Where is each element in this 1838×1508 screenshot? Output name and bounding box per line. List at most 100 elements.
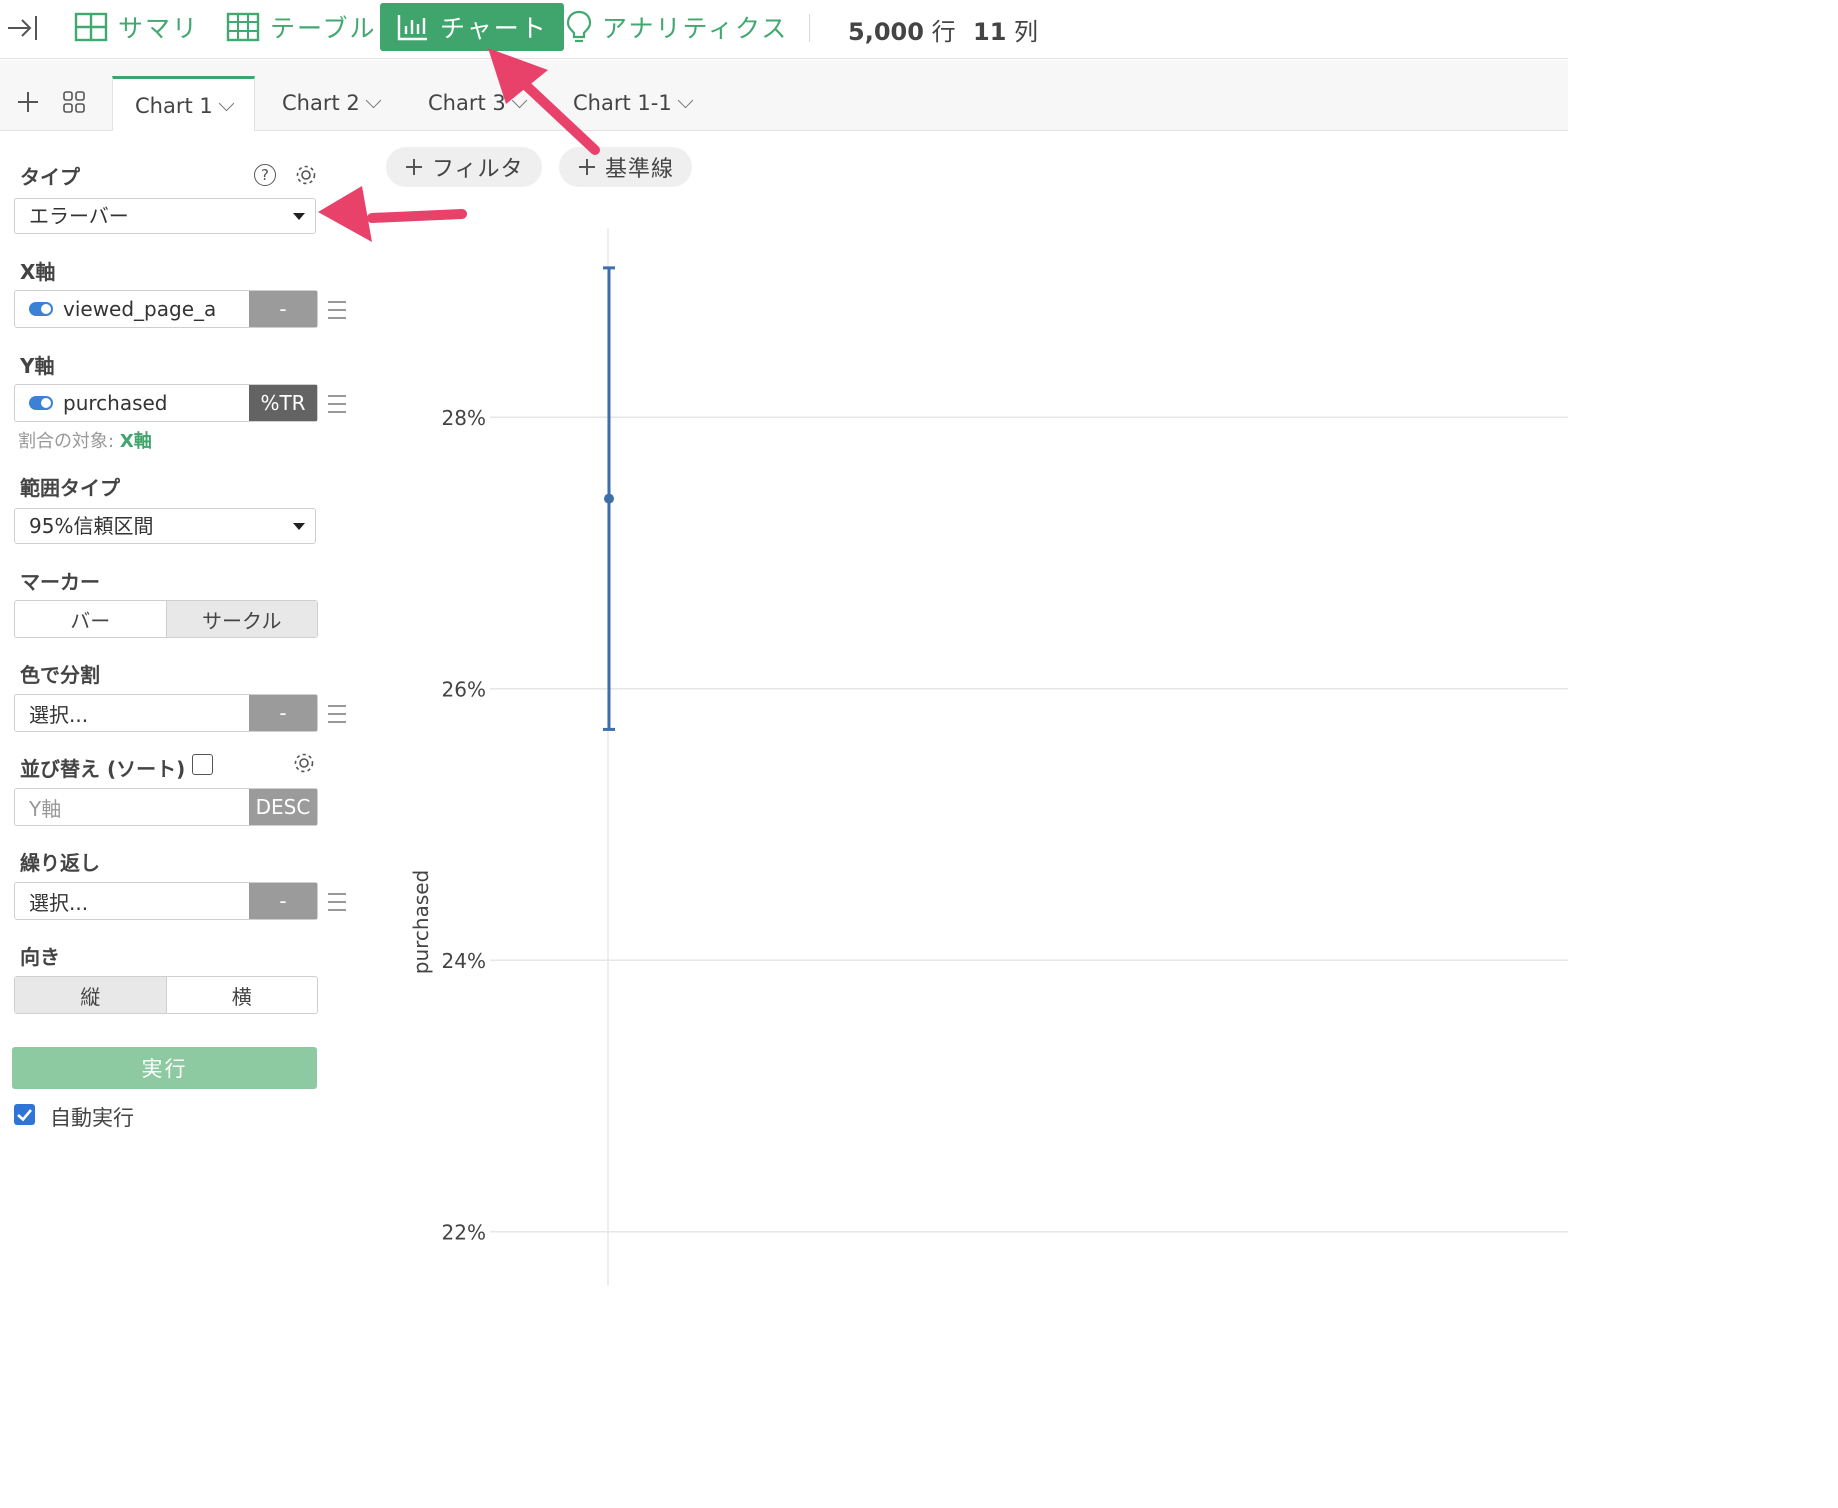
table-label: テーブル (270, 14, 377, 43)
error-bar-chart: 22% 24% 26% 28% purchased (409, 228, 1568, 1286)
marker-circle-option[interactable]: サークル (165, 601, 317, 637)
chart-type-value: エラーバー (29, 204, 129, 228)
chart-label: チャート (440, 14, 548, 43)
tab-label: Chart 2 (282, 91, 360, 115)
color-split-placeholder: 選択... (29, 702, 89, 727)
chevron-down-icon (365, 92, 382, 108)
chart-tab-strip: Chart 1 Chart 2 Chart 3 Chart 1-1 (0, 60, 1568, 133)
grid-view-icon[interactable] (62, 90, 86, 114)
ratio-target-note: 割合の対象: X軸 (18, 427, 152, 453)
range-type-value: 95%信頼区間 (29, 514, 154, 538)
orientation-label: 向き (20, 945, 60, 969)
ratio-target-value: X軸 (119, 431, 152, 452)
color-split-select[interactable]: 選択... (15, 695, 249, 731)
x-axis-aggregation[interactable]: - (249, 291, 317, 327)
sort-column-placeholder: Y軸 (29, 796, 62, 821)
lightbulb-icon (566, 10, 592, 43)
type-label: タイプ (20, 165, 80, 189)
add-filter-button[interactable]: フィルタ (386, 147, 542, 187)
x-axis-column[interactable]: viewed_page_a (15, 291, 249, 327)
y-axis-aggregation[interactable]: %TR (249, 385, 317, 421)
summary-button[interactable]: サマリ (74, 3, 199, 51)
repeat-label: 繰り返し (20, 851, 100, 875)
color-split-label: 色で分割 (20, 663, 100, 687)
summary-label: サマリ (118, 14, 200, 43)
y-tick-label: 24% (442, 949, 486, 973)
plus-icon (406, 159, 422, 175)
help-icon[interactable]: ? (254, 164, 276, 186)
marker-toggle: バー サークル (14, 600, 318, 638)
add-chart-icon[interactable] (16, 90, 40, 114)
error-bar-mean-point (604, 493, 614, 504)
auto-run-checkbox[interactable] (14, 1104, 35, 1125)
y-tick-label: 22% (442, 1221, 486, 1245)
tab-label: Chart 1 (135, 94, 213, 118)
y-axis-menu-icon[interactable] (328, 395, 346, 413)
sort-checkbox[interactable] (192, 754, 213, 775)
column-count-unit: 列 (1014, 18, 1039, 46)
range-type-label: 範囲タイプ (20, 476, 120, 500)
sort-column-select[interactable]: Y軸 (15, 789, 249, 825)
gear-icon[interactable] (292, 751, 316, 775)
caret-down-icon (293, 213, 305, 220)
add-reference-line-label: 基準線 (605, 157, 675, 182)
run-button[interactable]: 実行 (12, 1047, 317, 1089)
chart-button[interactable]: チャート (380, 3, 564, 51)
plus-icon (579, 159, 595, 175)
row-count-value: 5,000 (848, 18, 924, 46)
orientation-horizontal-option[interactable]: 横 (165, 977, 318, 1013)
toolbar-divider (809, 14, 810, 42)
x-axis-field: viewed_page_a - (14, 290, 318, 328)
repeat-select[interactable]: 選択... (15, 883, 249, 919)
tab-chart-1-1[interactable]: Chart 1-1 (573, 76, 693, 130)
repeat-aggregation[interactable]: - (249, 883, 317, 919)
y-axis-column-name: purchased (63, 391, 168, 415)
toggle-icon[interactable] (29, 302, 53, 316)
analytics-button[interactable]: アナリティクス (566, 3, 788, 51)
checkmark-icon (17, 1109, 32, 1122)
column-count: 11 列 (973, 12, 1038, 47)
marker-bar-option[interactable]: バー (15, 601, 166, 637)
chevron-down-icon (677, 92, 693, 108)
sort-label: 並び替え (ソート) (20, 757, 186, 781)
x-axis-menu-icon[interactable] (328, 301, 346, 319)
table-icon (226, 12, 260, 42)
repeat-menu-icon[interactable] (328, 893, 346, 911)
tab-chart-2[interactable]: Chart 2 (282, 76, 382, 130)
color-split-menu-icon[interactable] (328, 705, 346, 723)
repeat-placeholder: 選択... (29, 890, 89, 915)
y-axis-label: Y軸 (20, 354, 55, 378)
chevron-down-icon (511, 92, 528, 108)
y-tick-label: 26% (442, 678, 486, 702)
add-filter-label: フィルタ (432, 157, 524, 182)
tab-chart-3[interactable]: Chart 3 (428, 76, 528, 130)
collapse-sidebar-icon[interactable] (4, 10, 40, 46)
sort-order-button[interactable]: DESC (249, 789, 317, 825)
bar-chart-icon (397, 15, 427, 41)
toggle-icon[interactable] (29, 396, 53, 410)
chart-settings-panel: タイプ ? エラーバー X軸 viewed_page_a - Y軸 purcha… (0, 131, 350, 1286)
y-tick-label: 28% (442, 406, 486, 430)
marker-label: マーカー (20, 570, 100, 594)
top-toolbar: サマリ テーブル チャート アナリティクス 5,000 行 11 列 (0, 0, 1568, 59)
gear-icon[interactable] (294, 163, 318, 187)
y-axis-column[interactable]: purchased (15, 385, 249, 421)
caret-down-icon (293, 523, 305, 530)
row-count: 5,000 行 (848, 12, 956, 47)
repeat-field: 選択... - (14, 882, 318, 920)
chart-type-select[interactable]: エラーバー (14, 198, 316, 234)
orientation-toggle: 縦 横 (14, 976, 318, 1014)
ratio-note-text: 割合の対象: (18, 431, 115, 452)
orientation-vertical-option[interactable]: 縦 (15, 977, 166, 1013)
color-split-field: 選択... - (14, 694, 318, 732)
tab-chart-1[interactable]: Chart 1 (112, 76, 255, 133)
color-split-aggregation[interactable]: - (249, 695, 317, 731)
y-axis-field: purchased %TR (14, 384, 318, 422)
tab-label: Chart 3 (428, 91, 506, 115)
table-button[interactable]: テーブル (226, 3, 377, 51)
auto-run-label: 自動実行 (50, 1106, 134, 1130)
x-axis-column-name: viewed_page_a (63, 297, 217, 321)
y-axis-title: purchased (409, 870, 433, 975)
range-type-select[interactable]: 95%信頼区間 (14, 508, 316, 544)
add-reference-line-button[interactable]: 基準線 (559, 147, 693, 187)
